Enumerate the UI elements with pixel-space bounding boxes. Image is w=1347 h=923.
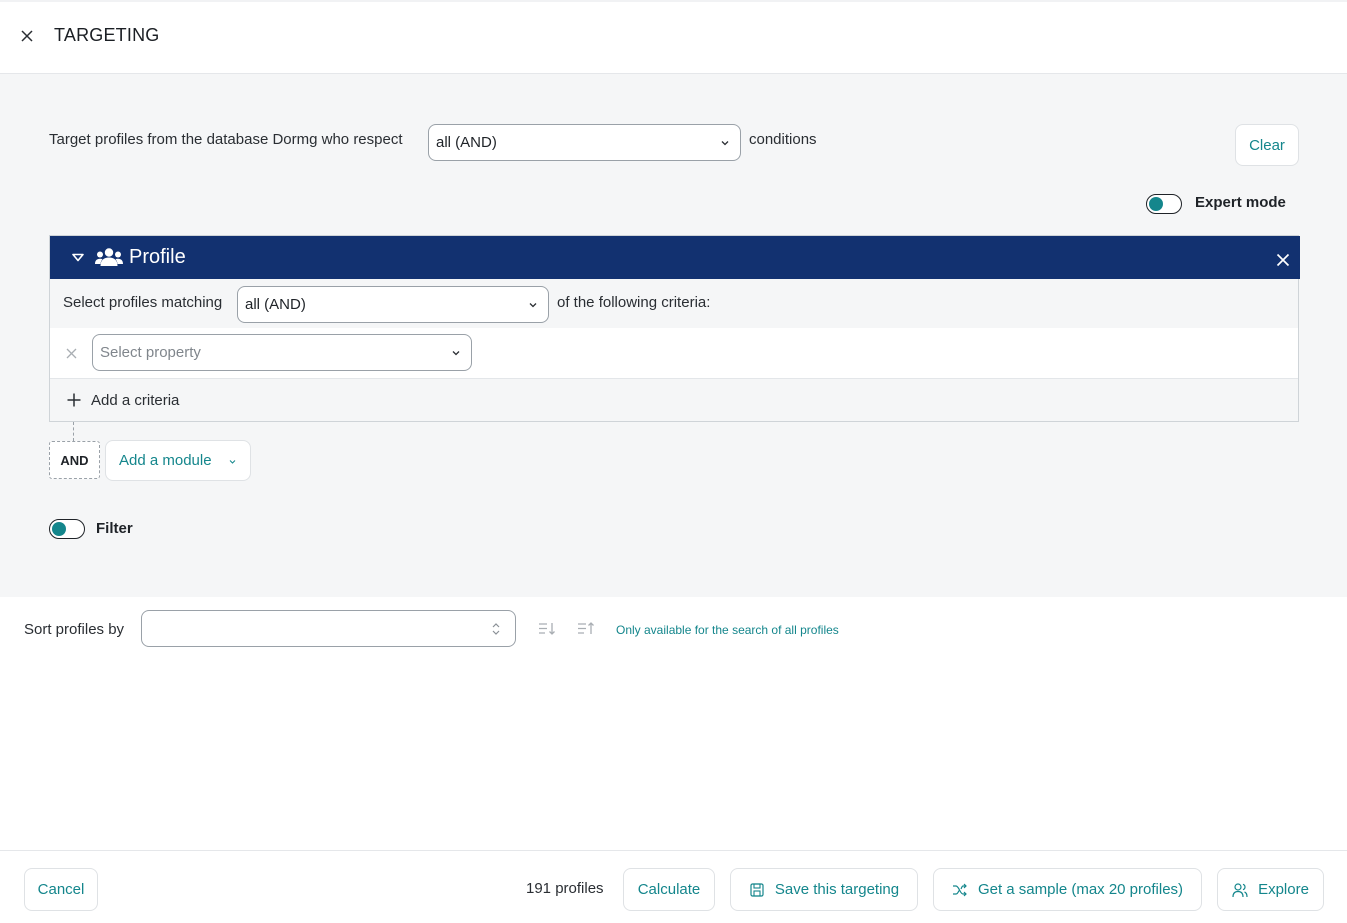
get-sample-label: Get a sample (max 20 profiles): [977, 881, 1184, 898]
sort-updown-icon: [492, 623, 500, 635]
footer-bar: Cancel 191 profiles Calculate Save this …: [0, 850, 1347, 923]
filter-toggle[interactable]: [49, 519, 85, 539]
conditions-logic-select[interactable]: all (AND): [428, 124, 741, 161]
get-sample-button[interactable]: Get a sample (max 20 profiles): [933, 868, 1202, 911]
add-criteria-button[interactable]: Add a criteria: [50, 379, 1298, 421]
explore-label: Explore: [1258, 881, 1309, 898]
explore-users-icon: [1232, 882, 1248, 897]
connector-line: [73, 422, 74, 441]
expert-mode-toggle[interactable]: [1146, 194, 1182, 214]
page-title: TARGETING: [54, 25, 160, 45]
sort-desc-icon[interactable]: [538, 621, 556, 637]
save-targeting-label: Save this targeting: [774, 881, 900, 898]
profile-module: Profile Select profiles matching all (AN…: [49, 235, 1300, 422]
targeting-panel: Target profiles from the database Dormg …: [0, 74, 1347, 597]
property-placeholder: Select property: [100, 344, 201, 361]
criteria-row: Select property: [50, 328, 1298, 379]
close-icon[interactable]: [19, 28, 35, 44]
sort-label: Sort profiles by: [24, 621, 125, 638]
plus-icon: [67, 393, 81, 407]
close-icon[interactable]: [1276, 253, 1290, 267]
save-icon: [750, 882, 764, 897]
chevron-down-icon: [721, 140, 729, 145]
filter-label: Filter: [96, 520, 133, 537]
toggle-knob: [52, 522, 66, 536]
explore-button[interactable]: Explore: [1217, 868, 1324, 911]
sort-asc-icon[interactable]: [577, 621, 595, 637]
match-row: Select profiles matching all (AND) of th…: [50, 279, 1298, 328]
users-icon: [95, 248, 123, 266]
clear-button[interactable]: Clear: [1235, 124, 1299, 166]
match-logic-select[interactable]: all (AND): [237, 286, 549, 323]
remove-criteria-icon[interactable]: [66, 348, 77, 359]
chevron-down-icon: [229, 460, 236, 464]
calculate-button[interactable]: Calculate: [623, 868, 715, 911]
cancel-button[interactable]: Cancel: [24, 868, 98, 911]
chevron-down-icon: [529, 302, 537, 307]
and-connector[interactable]: AND: [49, 441, 100, 479]
sort-availability-note: Only available for the search of all pro…: [616, 623, 839, 637]
save-targeting-button[interactable]: Save this targeting: [730, 868, 918, 911]
toggle-knob: [1149, 197, 1163, 211]
match-logic-value: all (AND): [245, 296, 306, 313]
sort-select[interactable]: [141, 610, 516, 647]
shuffle-icon: [952, 883, 967, 896]
conditions-logic-value: all (AND): [436, 134, 497, 151]
module-title: Profile: [129, 246, 186, 268]
header-bar: TARGETING: [0, 2, 1347, 74]
add-module-label: Add a module: [119, 452, 212, 469]
criteria-suffix: of the following criteria:: [557, 294, 711, 311]
intro-text: Target profiles from the database Dormg …: [49, 131, 403, 148]
module-header: Profile: [50, 236, 1300, 279]
caret-down-icon[interactable]: [72, 253, 84, 262]
chevron-down-icon: [452, 350, 460, 355]
match-label: Select profiles matching: [63, 294, 223, 311]
profiles-count: 191 profiles: [526, 880, 604, 897]
add-criteria-label: Add a criteria: [91, 392, 180, 409]
add-module-button[interactable]: Add a module: [105, 440, 251, 481]
conditions-suffix: conditions: [749, 131, 817, 148]
expert-mode-label: Expert mode: [1195, 194, 1286, 211]
property-select[interactable]: Select property: [92, 334, 472, 371]
